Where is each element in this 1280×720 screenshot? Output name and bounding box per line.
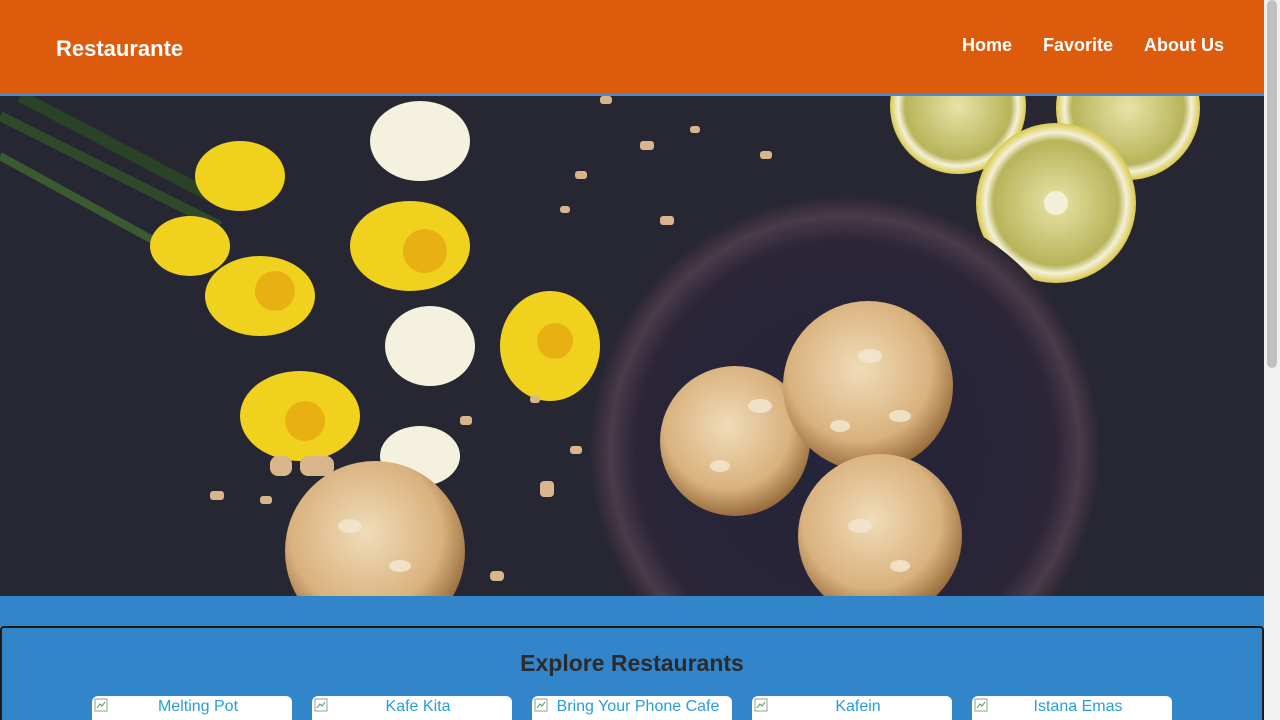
explore-section: Explore Restaurants Melting Pot Kafe Kit… [0,626,1264,720]
hero-image [0,96,1264,596]
main-nav: Home Favorite About Us [962,35,1224,56]
explore-title: Explore Restaurants [520,650,744,676]
restaurant-name[interactable]: Melting Pot [146,698,238,715]
broken-image-icon [754,698,768,712]
hero-photo [0,96,1264,596]
nav-favorite[interactable]: Favorite [1043,35,1113,56]
scrollbar-thumb[interactable] [1267,0,1277,368]
restaurant-card[interactable]: Melting Pot [92,696,292,720]
section-spacer [0,596,1264,626]
broken-image-icon [94,698,108,712]
brand-logo[interactable]: Restaurante [56,32,183,62]
broken-image-icon [534,698,548,712]
nav-home[interactable]: Home [962,35,1012,56]
broken-image-icon [974,698,988,712]
nav-about-us[interactable]: About Us [1144,35,1224,56]
app-header: Restaurante Home Favorite About Us [0,0,1264,94]
restaurant-card[interactable]: Kafein [752,696,952,720]
restaurant-name[interactable]: Kafein [823,698,880,715]
restaurant-card[interactable]: Kafe Kita [312,696,512,720]
restaurant-card[interactable]: Bring Your Phone Cafe [532,696,732,720]
restaurant-card[interactable]: Istana Emas [972,696,1172,720]
restaurant-name[interactable]: Istana Emas [1022,698,1123,715]
broken-image-icon [314,698,328,712]
restaurant-name[interactable]: Bring Your Phone Cafe [545,698,720,715]
restaurant-name[interactable]: Kafe Kita [374,698,451,715]
restaurant-list: Melting Pot Kafe Kita Bring Your Phone C… [92,696,1172,720]
